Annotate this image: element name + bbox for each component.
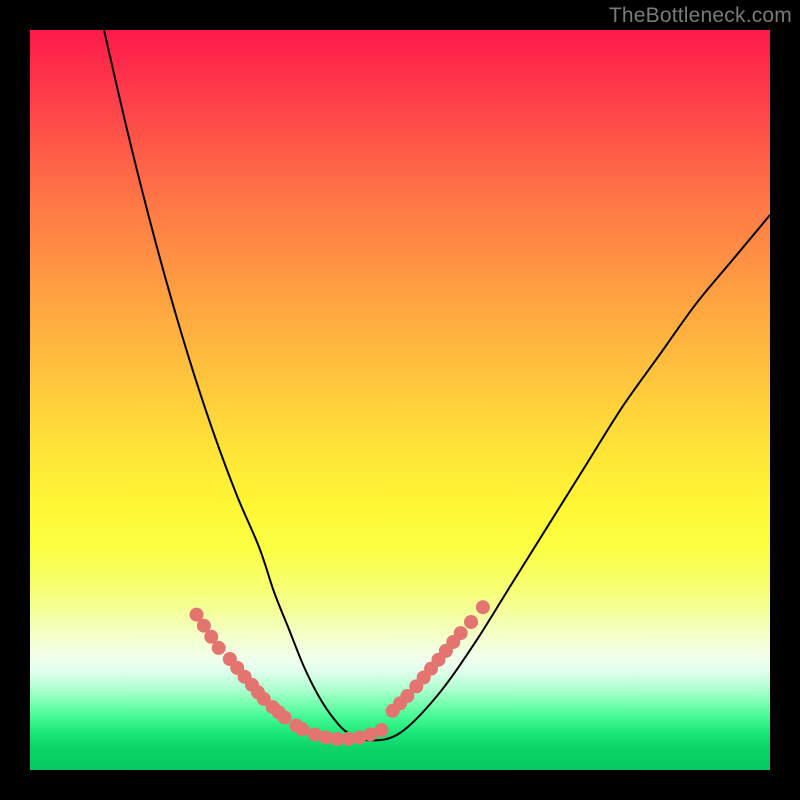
watermark-text: TheBottleneck.com	[609, 4, 792, 28]
highlight-dot	[476, 600, 490, 614]
highlight-dot	[464, 615, 478, 629]
plot-area	[30, 30, 770, 770]
highlight-dot	[454, 626, 468, 640]
highlight-dots-right	[386, 600, 490, 718]
highlight-dot	[212, 641, 226, 655]
curve-line	[104, 30, 770, 740]
bottleneck-curve-path	[104, 30, 770, 740]
highlight-dots-left	[190, 608, 310, 737]
chart-svg	[30, 30, 770, 770]
chart-frame: TheBottleneck.com	[0, 0, 800, 800]
highlight-dot	[295, 722, 309, 736]
highlight-dot	[278, 710, 292, 724]
highlight-dots-bottom	[308, 723, 389, 746]
highlight-dot	[375, 723, 389, 737]
